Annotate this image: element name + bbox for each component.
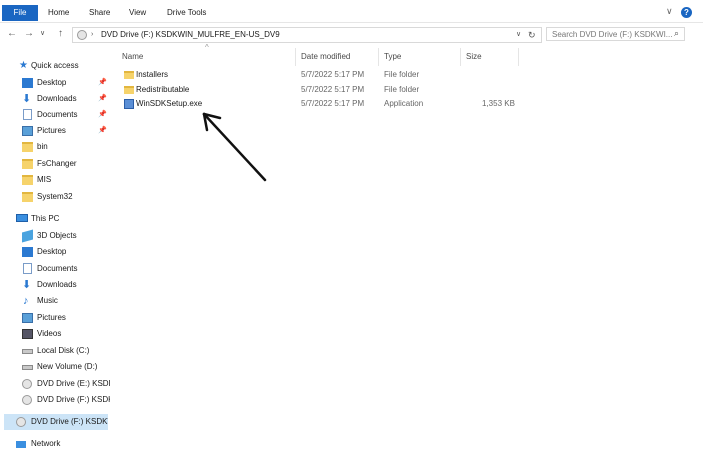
column-divider[interactable] xyxy=(378,48,379,66)
music-note-icon: ♪ xyxy=(23,295,29,307)
column-header-type[interactable]: Type xyxy=(384,50,401,64)
folder-icon xyxy=(124,71,134,79)
ribbon: File Home Share View Drive Tools ∨ ? xyxy=(0,0,703,23)
nav-3d-objects[interactable]: 3D Objects xyxy=(0,228,110,244)
nav-videos[interactable]: Videos xyxy=(0,326,110,342)
sort-ascending-icon: ^ xyxy=(205,43,209,52)
file-row[interactable]: Redistributable 5/7/2022 5:17 PM File fo… xyxy=(120,83,520,97)
nav-selected-dvd-drive-f[interactable]: DVD Drive (F:) KSDKV xyxy=(4,414,108,430)
pictures-icon xyxy=(22,313,33,323)
nav-this-pc[interactable]: This PC xyxy=(0,211,110,227)
nav-pc-desktop[interactable]: Desktop xyxy=(0,244,110,260)
nav-system32[interactable]: System32 xyxy=(0,189,110,205)
address-path: DVD Drive (F:) KSDKWIN_MULFRE_EN-US_DV9 xyxy=(101,30,280,39)
file-date: 5/7/2022 5:17 PM xyxy=(301,85,365,94)
hard-drive-icon xyxy=(22,349,33,354)
dvd-disc-icon xyxy=(16,417,26,427)
setup-exe-icon xyxy=(124,99,134,109)
breadcrumb-separator-icon: › xyxy=(91,31,94,38)
dvd-disc-icon xyxy=(22,379,32,389)
pin-icon[interactable]: 📌 xyxy=(98,75,107,91)
forward-arrow-icon[interactable]: → xyxy=(24,28,34,40)
column-divider[interactable] xyxy=(295,48,296,66)
desktop-icon xyxy=(22,247,33,257)
dvd-drive-icon xyxy=(77,30,87,40)
column-divider[interactable] xyxy=(518,48,519,66)
folder-icon xyxy=(22,192,33,202)
file-type: File folder xyxy=(384,70,420,79)
navigation-pane: ★ Quick access Desktop 📌 ⬇ Downloads 📌 D… xyxy=(0,50,110,459)
file-name: Redistributable xyxy=(136,85,190,94)
file-type: Application xyxy=(384,99,424,108)
search-input[interactable]: Search DVD Drive (F:) KSDKWI... xyxy=(546,27,685,41)
folder-icon xyxy=(22,175,33,185)
recent-locations-icon[interactable]: ∨ xyxy=(40,28,45,40)
help-icon[interactable]: ? xyxy=(681,7,692,18)
pictures-icon xyxy=(22,126,33,136)
column-header-date[interactable]: Date modified xyxy=(301,50,350,64)
dvd-disc-icon xyxy=(22,395,32,405)
nav-new-volume-d[interactable]: New Volume (D:) xyxy=(0,359,110,375)
file-date: 5/7/2022 5:17 PM xyxy=(301,99,365,108)
document-icon xyxy=(23,109,32,120)
pin-icon[interactable]: 📌 xyxy=(98,91,107,107)
nav-pc-documents[interactable]: Documents xyxy=(0,261,110,277)
download-arrow-icon: ⬇ xyxy=(22,279,32,291)
address-bar[interactable]: › DVD Drive (F:) KSDKWIN_MULFRE_EN-US_DV… xyxy=(72,27,542,43)
nav-downloads[interactable]: ⬇ Downloads 📌 xyxy=(0,91,110,107)
nav-network[interactable]: Network xyxy=(0,436,110,452)
nav-documents[interactable]: Documents 📌 xyxy=(0,107,110,123)
tab-home[interactable]: Home xyxy=(48,5,69,21)
folder-icon xyxy=(22,142,33,152)
annotation-arrow-icon xyxy=(202,112,267,182)
search-icon: ⌕ xyxy=(674,28,680,38)
document-icon xyxy=(23,263,32,274)
tab-share[interactable]: Share xyxy=(89,5,110,21)
pin-icon[interactable]: 📌 xyxy=(98,123,107,139)
network-icon xyxy=(16,441,26,448)
download-arrow-icon: ⬇ xyxy=(22,93,32,105)
tab-drive-tools[interactable]: Drive Tools xyxy=(167,5,206,21)
tab-file[interactable]: File xyxy=(2,5,38,21)
nav-fschanger[interactable]: FsChanger xyxy=(0,156,110,172)
refresh-icon[interactable]: ↻ xyxy=(528,28,536,42)
nav-quick-access[interactable]: ★ Quick access xyxy=(0,58,110,74)
file-size: 1,353 KB xyxy=(482,99,515,108)
computer-icon xyxy=(16,214,28,222)
up-arrow-icon[interactable]: ↑ xyxy=(58,28,63,40)
star-icon: ★ xyxy=(19,60,28,71)
videos-icon xyxy=(22,329,33,339)
nav-pc-pictures[interactable]: Pictures xyxy=(0,310,110,326)
file-type: File folder xyxy=(384,85,420,94)
folder-icon xyxy=(22,159,33,169)
ribbon-collapse-icon[interactable]: ∨ xyxy=(666,6,673,17)
hard-drive-icon xyxy=(22,365,33,370)
nav-bin[interactable]: bin xyxy=(0,139,110,155)
nav-pictures[interactable]: Pictures 📌 xyxy=(0,123,110,139)
nav-dvd-drive-e[interactable]: DVD Drive (E:) KSDK xyxy=(0,376,110,392)
nav-pc-downloads[interactable]: ⬇ Downloads xyxy=(0,277,110,293)
column-header-name[interactable]: Name xyxy=(122,50,143,64)
column-header-size[interactable]: Size xyxy=(466,50,482,64)
file-row[interactable]: WinSDKSetup.exe 5/7/2022 5:17 PM Applica… xyxy=(120,97,520,111)
address-dropdown-icon[interactable]: ∨ xyxy=(516,28,521,42)
nav-local-disk-c[interactable]: Local Disk (C:) xyxy=(0,343,110,359)
column-divider[interactable] xyxy=(460,48,461,66)
file-name: Installers xyxy=(136,70,169,79)
nav-dvd-drive-f[interactable]: DVD Drive (F:) KSDK xyxy=(0,392,110,408)
folder-icon xyxy=(124,86,134,94)
pin-icon[interactable]: 📌 xyxy=(98,107,107,123)
3d-objects-icon xyxy=(22,229,33,243)
back-arrow-icon[interactable]: ← xyxy=(7,28,17,40)
nav-mis[interactable]: MIS xyxy=(0,172,110,188)
nav-desktop[interactable]: Desktop 📌 xyxy=(0,75,110,91)
file-row[interactable]: Installers 5/7/2022 5:17 PM File folder xyxy=(120,68,520,82)
nav-music[interactable]: ♪ Music xyxy=(0,293,110,309)
tab-view[interactable]: View xyxy=(129,5,146,21)
desktop-icon xyxy=(22,78,33,88)
file-date: 5/7/2022 5:17 PM xyxy=(301,70,365,79)
